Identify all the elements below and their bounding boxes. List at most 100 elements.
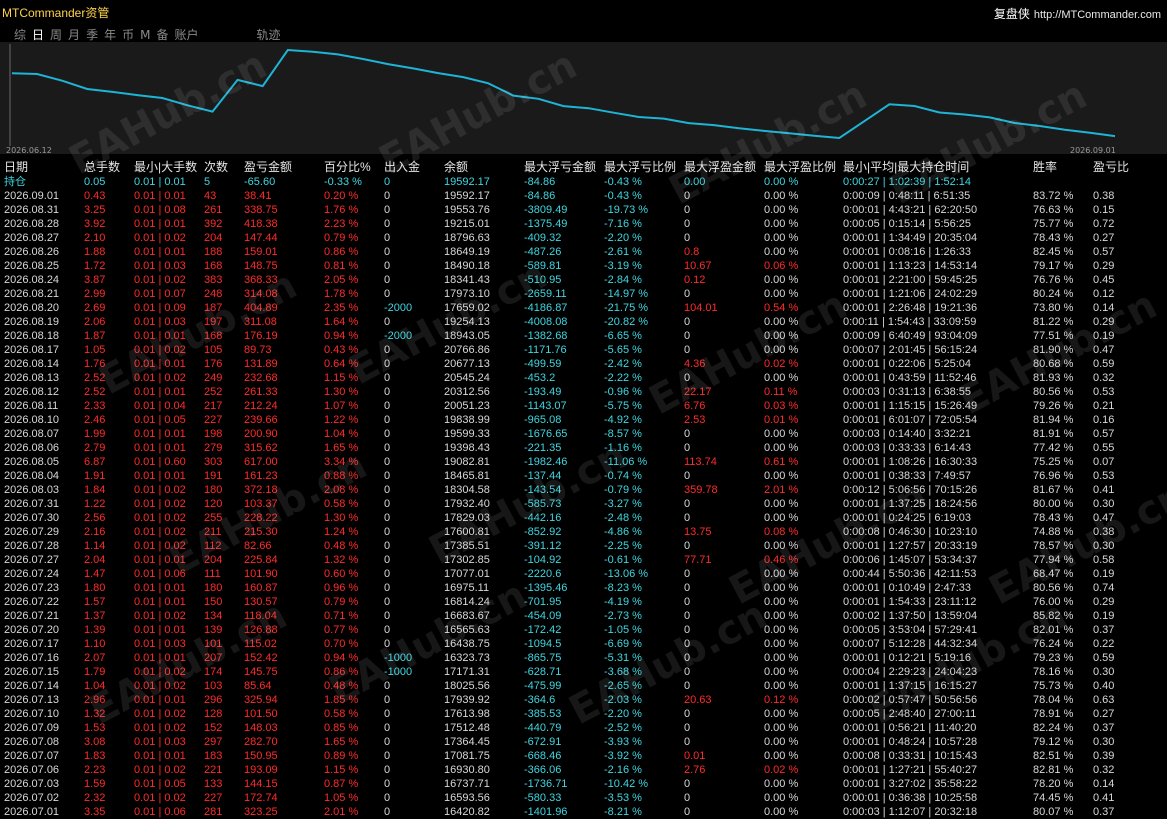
table-row[interactable]: 2026.07.14 1.04 0.01 | 0.02 103 85.64 0.48 % 0… (0, 679, 1167, 693)
table-row[interactable]: 2026.07.20 1.39 0.01 | 0.01 139 126.88 0.77 %… (0, 623, 1167, 637)
cell-4: 147.44 (244, 232, 278, 244)
table-row[interactable]: 2026.08.31 3.25 0.01 | 0.08 261 338.75 1.76 %… (0, 203, 1167, 217)
cell-1: 1.14 (84, 540, 106, 552)
cell-7: 18304.58 (444, 484, 490, 496)
table-row[interactable]: 2026.07.09 1.53 0.01 | 0.02 152 148.03 0.85 %… (0, 721, 1167, 735)
cell-1: 1.37 (84, 610, 106, 622)
brand[interactable]: 复盘侠 http://MTCommander.com (994, 5, 1161, 22)
table-row[interactable]: 2026.08.25 1.72 0.01 | 0.03 168 148.75 0.81 %… (0, 259, 1167, 273)
table-row[interactable]: 2026.07.02 2.32 0.01 | 0.02 227 172.74 1.05 %… (0, 791, 1167, 805)
table-row[interactable]: 2026.07.13 2.96 0.01 | 0.01 296 325.94 1.85 %… (0, 693, 1167, 707)
cell-8: -1382.68 (524, 330, 568, 342)
column-header-1[interactable]: 总手数 (84, 160, 120, 174)
table-row[interactable]: 2026.07.23 1.80 0.01 | 0.01 180 160.87 0.96 %… (0, 581, 1167, 595)
table-row[interactable]: 2026.07.29 2.16 0.01 | 0.02 211 215.30 1.24 %… (0, 525, 1167, 539)
tab-6[interactable]: 币 (122, 26, 134, 43)
cell-5: 1.78 % (324, 288, 359, 300)
cell-1: 2.04 (84, 554, 106, 566)
cell-1: 2.23 (84, 764, 106, 776)
table-row[interactable]: 2026.07.06 2.23 0.01 | 0.02 221 193.09 1.15 %… (0, 763, 1167, 777)
table-row[interactable]: 2026.08.05 6.87 0.01 | 0.60 303 617.00 3.34 %… (0, 455, 1167, 469)
table-row[interactable]: 2026.07.16 2.07 0.01 | 0.01 207 152.42 0.94 %… (0, 651, 1167, 665)
tab-10[interactable]: 轨迹 (257, 26, 281, 43)
tab-4[interactable]: 季 (86, 26, 98, 43)
column-header-12[interactable]: 最小|平均|最大持仓时间 (843, 160, 969, 174)
table-row[interactable]: 2026.08.14 1.76 0.01 | 0.01 176 131.89 0.64 %… (0, 357, 1167, 371)
table-row[interactable]: 2026.08.20 2.69 0.01 | 0.09 187 404.89 2.35 %… (0, 301, 1167, 315)
column-header-2[interactable]: 最小|大手数 (134, 160, 197, 174)
table-row[interactable]: 2026.07.31 1.22 0.01 | 0.02 120 103.37 0.58 %… (0, 497, 1167, 511)
cell-13: 75.25 % (1033, 456, 1074, 468)
table-row[interactable]: 2026.07.22 1.57 0.01 | 0.01 150 130.57 0.79 %… (0, 595, 1167, 609)
table-row[interactable]: 2026.07.30 2.56 0.01 | 0.02 255 228.22 1.30 %… (0, 511, 1167, 525)
table-row[interactable]: 2026.08.19 2.06 0.01 | 0.03 197 311.08 1.64 %… (0, 315, 1167, 329)
table-row[interactable]: 2026.08.24 3.87 0.01 | 0.02 383 368.33 2.05 %… (0, 273, 1167, 287)
table-row[interactable]: 2026.07.28 1.14 0.01 | 0.02 112 82.66 0.48 % 0… (0, 539, 1167, 553)
cell-10: 22.17 (684, 386, 712, 398)
table-row[interactable]: 2026.07.08 3.08 0.01 | 0.03 297 282.70 1.65 %… (0, 735, 1167, 749)
cell-4: 314.08 (244, 288, 278, 300)
cell-7: 19838.99 (444, 414, 490, 426)
table-row[interactable]: 2026.07.27 2.04 0.01 | 0.01 204 225.84 1.32 %… (0, 553, 1167, 567)
table-row[interactable]: 2026.08.17 1.05 0.01 | 0.02 105 89.73 0.43 % 0… (0, 343, 1167, 357)
tab-0[interactable]: 综 (14, 26, 26, 43)
cell-2: 0.01 | 0.02 (134, 526, 186, 538)
table-row[interactable]: 2026.08.13 2.52 0.01 | 0.02 249 232.68 1.15 %… (0, 371, 1167, 385)
cell-2: 0.01 | 0.03 (134, 638, 186, 650)
column-header-7[interactable]: 余额 (444, 160, 468, 174)
cell-9: -11.06 % (604, 456, 648, 468)
tab-1[interactable]: 日 (32, 26, 44, 43)
table-row[interactable]: 2026.08.21 2.99 0.01 | 0.07 248 314.08 1.78 %… (0, 287, 1167, 301)
table-row[interactable]: 2026.08.06 2.79 0.01 | 0.01 279 315.62 1.65 %… (0, 441, 1167, 455)
cell-0: 2026.08.17 (4, 344, 60, 356)
table-row[interactable]: 2026.07.24 1.47 0.01 | 0.06 111 101.90 0.60 %… (0, 567, 1167, 581)
column-header-3[interactable]: 次数 (204, 160, 228, 174)
table-row[interactable]: 2026.08.28 3.92 0.01 | 0.01 392 418.38 2.23 %… (0, 217, 1167, 231)
column-header-0[interactable]: 日期 (4, 160, 28, 174)
table-row[interactable]: 2026.07.01 3.35 0.01 | 0.06 281 323.25 2.01 %… (0, 805, 1167, 819)
column-header-13[interactable]: 胜率 (1033, 160, 1057, 174)
cell-5: 1.30 % (324, 512, 359, 524)
cell-0: 2026.08.04 (4, 470, 60, 482)
column-header-5[interactable]: 百分比% (324, 160, 371, 174)
table-row[interactable]: 2026.07.10 1.32 0.01 | 0.02 128 101.50 0.58 %… (0, 707, 1167, 721)
tab-2[interactable]: 周 (50, 26, 62, 43)
table-row[interactable]: 2026.07.21 1.37 0.01 | 0.02 134 118.04 0.71 %… (0, 609, 1167, 623)
table-row[interactable]: 2026.08.07 1.99 0.01 | 0.01 198 200.90 1.04 %… (0, 427, 1167, 441)
table-row[interactable]: 2026.07.07 1.83 0.01 | 0.01 183 150.95 0.89 %… (0, 749, 1167, 763)
table-row[interactable]: 2026.07.15 1.79 0.01 | 0.02 174 145.75 0.86 %… (0, 665, 1167, 679)
table-row[interactable]: 2026.07.17 1.10 0.01 | 0.03 101 115.02 0.70 %… (0, 637, 1167, 651)
table-row[interactable]: 2026.09.01 0.43 0.01 | 0.01 43 38.41 0.20 % 0 1… (0, 189, 1167, 203)
cell-13: 81.67 % (1033, 484, 1074, 496)
cell-12: 0:00:01 | 1:08:26 | 16:30:33 (843, 456, 978, 468)
table-row[interactable]: 2026.08.03 1.84 0.01 | 0.02 180 372.18 2.08 %… (0, 483, 1167, 497)
table-row[interactable]: 2026.08.11 2.33 0.01 | 0.04 217 212.24 1.07 %… (0, 399, 1167, 413)
column-header-8[interactable]: 最大浮亏金额 (524, 160, 596, 174)
table-row[interactable]: 2026.07.03 1.59 0.01 | 0.05 133 144.15 0.87 %… (0, 777, 1167, 791)
cell-10: 0 (684, 778, 691, 790)
cell-1: 1.57 (84, 596, 106, 608)
table-row[interactable]: 2026.08.04 1.91 0.01 | 0.01 191 161.23 0.88 %… (0, 469, 1167, 483)
tab-9[interactable]: 账户 (174, 26, 198, 43)
table-row[interactable]: 2026.08.27 2.10 0.01 | 0.02 204 147.44 0.79 %… (0, 231, 1167, 245)
column-header-14[interactable]: 盈亏比 (1093, 160, 1129, 174)
brand-url[interactable]: http://MTCommander.com (1034, 9, 1161, 21)
tab-3[interactable]: 月 (68, 26, 80, 43)
cell-11: 0.00 % (764, 512, 799, 524)
table-row[interactable]: 2026.08.26 1.88 0.01 | 0.01 188 159.01 0.86 %… (0, 245, 1167, 259)
column-header-6[interactable]: 出入金 (384, 160, 420, 174)
cell-10: 0 (684, 708, 691, 720)
cell-1: 2.46 (84, 414, 106, 426)
cell-1: 1.22 (84, 498, 106, 510)
column-header-11[interactable]: 最大浮盈比例 (764, 160, 836, 174)
table-row[interactable]: 2026.08.10 2.46 0.01 | 0.05 227 239.66 1.22 %… (0, 413, 1167, 427)
column-header-4[interactable]: 盈亏金额 (244, 160, 292, 174)
tab-8[interactable]: 备 (156, 26, 168, 43)
tab-7[interactable]: M (140, 28, 150, 42)
column-header-9[interactable]: 最大浮亏比例 (604, 160, 676, 174)
column-header-10[interactable]: 最大浮盈金额 (684, 160, 756, 174)
table-row[interactable]: 2026.08.18 1.87 0.01 | 0.01 168 176.19 0.94 %… (0, 329, 1167, 343)
cell-12: 0:00:01 | 0:10:49 | 2:47:33 (843, 582, 972, 594)
table-row[interactable]: 2026.08.12 2.52 0.01 | 0.01 252 261.33 1.30 %… (0, 385, 1167, 399)
tab-5[interactable]: 年 (104, 26, 116, 43)
